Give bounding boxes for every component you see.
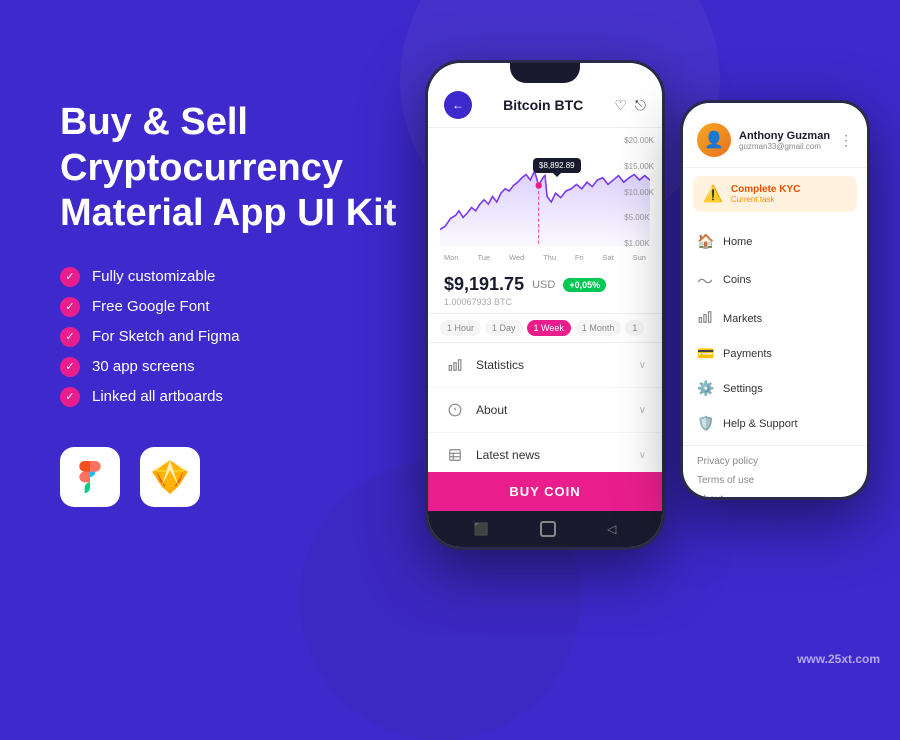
user-email: guzman33@gmail.com [739,142,839,151]
time-filters: 1 Hour 1 Day 1 Week 1 Month 1 [428,314,662,343]
more-options[interactable]: ⋮ [839,132,853,149]
nav-payments[interactable]: 💳 Payments [683,336,867,371]
kyc-subtitle: Current task [731,195,800,204]
nav-payments-label: Payments [723,348,772,360]
price-value: $9,191.75 [444,274,524,295]
statistics-label: Statistics [476,358,524,372]
chart-tooltip: $8,892.89 [533,158,581,173]
statistics-menu-item[interactable]: Statistics ∨ [428,343,662,388]
price-change: +0,05% [563,278,606,292]
news-chevron: ∨ [639,450,646,461]
phone-notch [510,63,580,83]
phones-container: ← Bitcoin BTC ♡ ⎋ $20.00K $15.00K $10.00… [425,60,870,550]
help-icon: 🛡️ [697,415,713,432]
kyc-icon: ⚠️ [703,184,723,204]
nav-help-label: Help & Support [723,418,798,430]
chart-area: $20.00K $15.00K $10.00K $5.00K $1.00K [428,128,662,268]
heart-button[interactable]: ♡ [614,97,627,114]
about-label: About [476,403,507,417]
price-btc: 1.00067933 BTC [444,297,646,307]
news-menu-item[interactable]: Latest news ∨ [428,433,662,472]
check-icon: ✓ [60,327,80,347]
back-button[interactable]: ← [444,91,472,119]
coins-icon: ～ [697,268,713,292]
price-chart [440,136,650,246]
list-item: ✓ Free Google Font [60,297,440,317]
check-icon: ✓ [60,297,80,317]
price-main: $9,191.75 USD +0,05% [444,274,646,295]
price-section: $9,191.75 USD +0,05% 1.00067933 BTC [428,268,662,314]
phone-screen: ← Bitcoin BTC ♡ ⎋ $20.00K $15.00K $10.00… [428,63,662,547]
about-icon [444,399,466,421]
share-button[interactable]: ⎋ [635,97,646,114]
features-list: ✓ Fully customizable ✓ Free Google Font … [60,267,440,407]
chart-y-labels: $20.00K $15.00K $10.00K $5.00K $1.00K [624,136,654,248]
nav-menu: 🏠 Home ～ Coins Markets 💳 [683,220,867,445]
nav-coins-label: Coins [723,274,751,286]
nav-markets[interactable]: Markets [683,301,867,336]
home-icon: 🏠 [697,233,713,250]
statistics-icon [444,354,466,376]
phone2-screen: 👤 Anthony Guzman guzman33@gmail.com ⋮ ⚠️… [683,103,867,497]
list-item: ✓ For Sketch and Figma [60,327,440,347]
filter-1week[interactable]: 1 Week [527,320,571,336]
statistics-chevron: ∨ [639,360,646,371]
news-icon [444,444,466,466]
about-chevron: ∨ [639,405,646,416]
user-avatar: 👤 [697,123,731,157]
user-name: Anthony Guzman [739,130,839,142]
phone2-header: 👤 Anthony Guzman guzman33@gmail.com ⋮ [683,103,867,168]
kyc-title: Complete KYC [731,184,800,195]
about-link[interactable]: About [697,490,853,500]
list-item: ✓ Linked all artboards [60,387,440,407]
footer-links: Privacy policy Terms of use About [683,445,867,500]
payments-icon: 💳 [697,345,713,362]
filter-1hour[interactable]: 1 Hour [440,320,481,336]
home-nav[interactable] [540,521,556,537]
about-menu-item[interactable]: About ∨ [428,388,662,433]
chart-x-labels: Mon Tue Wed Thu Fri Sat Sun [440,251,650,262]
price-currency: USD [532,279,555,291]
figma-icon [60,447,120,507]
check-icon: ✓ [60,387,80,407]
filter-more[interactable]: 1 [625,320,644,336]
nav-home-label: Home [723,236,752,248]
list-item: ✓ 30 app screens [60,357,440,377]
terms-link[interactable]: Terms of use [697,471,853,490]
tool-icons [60,447,440,507]
news-label: Latest news [476,448,540,462]
phone-secondary: 👤 Anthony Guzman guzman33@gmail.com ⋮ ⚠️… [680,100,870,500]
nav-home[interactable]: 🏠 Home [683,224,867,259]
buy-coin-button[interactable]: BUY COIN [428,472,662,511]
privacy-policy-link[interactable]: Privacy policy [697,452,853,471]
kyc-text: Complete KYC Current task [731,184,800,204]
check-icon: ✓ [60,267,80,287]
settings-icon: ⚙️ [697,380,713,397]
left-panel: Buy & Sell Cryptocurrency Material App U… [60,100,440,507]
sketch-icon [140,447,200,507]
nav-settings[interactable]: ⚙️ Settings [683,371,867,406]
watermark: www.25xt.com [797,652,880,666]
list-item: ✓ Fully customizable [60,267,440,287]
check-icon: ✓ [60,357,80,377]
header-actions: ♡ ⎋ [614,97,646,114]
kyc-notice[interactable]: ⚠️ Complete KYC Current task [693,176,857,212]
phone-bottom-bar: ⬛ ◁ [428,511,662,547]
markets-icon [697,310,713,327]
user-info: Anthony Guzman guzman33@gmail.com [739,130,839,151]
filter-1month[interactable]: 1 Month [575,320,622,336]
nav-help[interactable]: 🛡️ Help & Support [683,406,867,441]
menu-items: Statistics ∨ About ∨ [428,343,662,472]
main-title: Buy & Sell Cryptocurrency Material App U… [60,100,440,237]
nav-settings-label: Settings [723,383,763,395]
app-title: Bitcoin BTC [503,97,583,113]
nav-markets-label: Markets [723,313,762,325]
filter-1day[interactable]: 1 Day [485,320,523,336]
phone-main: ← Bitcoin BTC ♡ ⎋ $20.00K $15.00K $10.00… [425,60,665,550]
nav-coins[interactable]: ～ Coins [683,259,867,301]
